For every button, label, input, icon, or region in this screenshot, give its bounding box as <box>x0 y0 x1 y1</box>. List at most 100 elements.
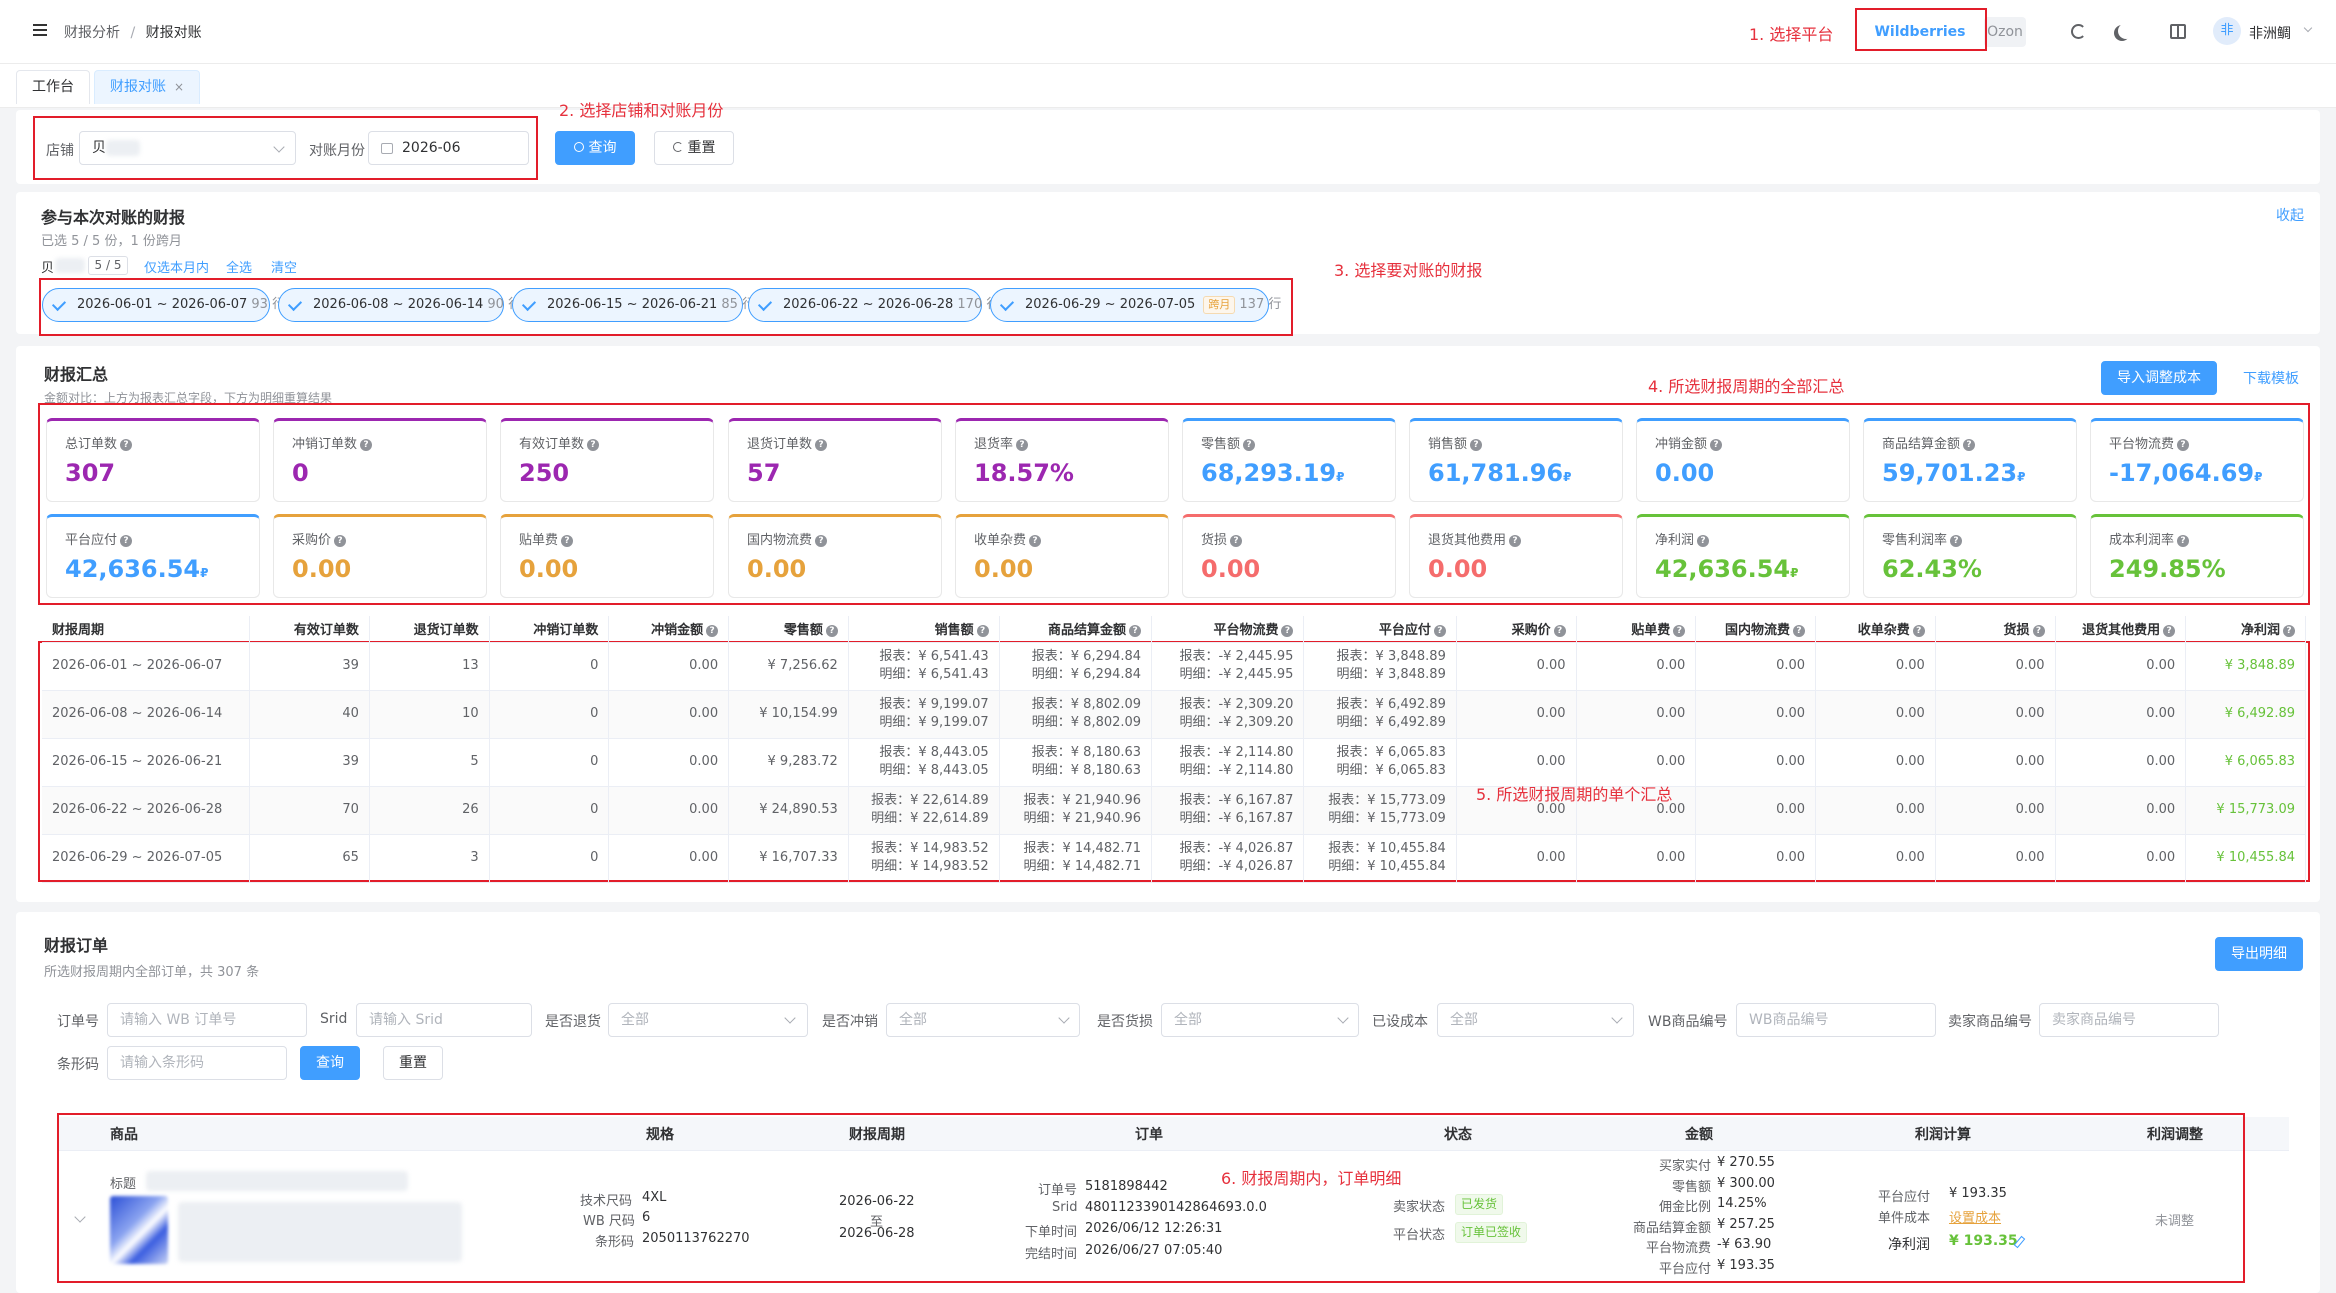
is-damage-select[interactable]: 全部 <box>1161 1003 1359 1037</box>
help-icon[interactable]: ? <box>1243 439 1256 451</box>
table-cell: 0 <box>489 690 610 739</box>
table-cell: 65 <box>249 834 370 883</box>
top-header: 财报分析 / 财报对账 1. 选择平台 Wildberries Ozon 非 非… <box>0 0 2336 64</box>
help-icon[interactable]: ? <box>2177 439 2190 451</box>
help-icon[interactable]: ? <box>2177 535 2190 547</box>
is-reverse-select[interactable]: 全部 <box>886 1003 1080 1037</box>
help-icon[interactable]: ? <box>1281 625 1294 638</box>
help-icon[interactable]: ? <box>815 535 828 547</box>
table-cell-compare: 报表：¥ 3,848.89 明细：¥ 3,848.89 <box>1303 642 1457 691</box>
kpi-value: 0.00 <box>1428 555 1488 583</box>
download-template-link[interactable]: 下载模板 <box>2243 368 2299 388</box>
help-icon[interactable]: ? <box>2032 625 2045 638</box>
seller-sku-placeholder: 卖家商品编号 <box>2052 1012 2136 1028</box>
table-cell: 0 <box>489 834 610 883</box>
username[interactable]: 非洲鲷 <box>2249 23 2291 43</box>
only-month-link[interactable]: 仅选本月内 <box>144 257 209 276</box>
has-cost-label: 已设成本 <box>1372 1014 1428 1030</box>
table-cell: 10 <box>369 690 490 739</box>
dark-mode-icon[interactable] <box>2118 23 2134 39</box>
reset-button-label: 重置 <box>687 140 716 156</box>
srid-input[interactable]: 请输入 Srid <box>356 1003 532 1037</box>
table-cell: 0.00 <box>1935 786 2056 835</box>
annotation-6: 6. 财报周期内，订单明细 <box>1221 1169 1402 1188</box>
help-icon[interactable]: ? <box>1230 535 1243 547</box>
help-icon[interactable]: ? <box>360 439 373 451</box>
kpi-value: 0.00 <box>292 555 352 583</box>
clear-link[interactable]: 清空 <box>271 257 297 276</box>
help-icon[interactable]: ? <box>120 439 133 451</box>
kpi-label: 冲销订单数? <box>292 433 373 452</box>
help-icon[interactable]: ? <box>561 535 574 547</box>
orders-reset-button[interactable]: 重置 <box>383 1046 443 1080</box>
help-icon[interactable]: ? <box>706 625 719 638</box>
kpi-card: 货损? 0.00 <box>1182 514 1396 598</box>
kpi-label: 有效订单数? <box>519 433 600 452</box>
help-icon[interactable]: ? <box>1433 625 1446 638</box>
chevron-down-icon[interactable] <box>2303 23 2313 33</box>
help-icon[interactable]: ? <box>1912 625 1925 638</box>
menu-icon[interactable] <box>33 24 47 36</box>
help-icon[interactable]: ? <box>815 439 828 451</box>
kpi-unit: ₽ <box>1336 470 1345 484</box>
seller-sku-input[interactable]: 卖家商品编号 <box>2039 1003 2219 1037</box>
help-icon[interactable]: ? <box>1710 439 1723 451</box>
help-icon[interactable]: ? <box>1793 625 1806 638</box>
avatar[interactable]: 非 <box>2213 17 2241 45</box>
table-cell: 3 <box>369 834 490 883</box>
tab-workbench[interactable]: 工作台 <box>16 70 90 104</box>
breadcrumb-item[interactable]: 财报分析 <box>64 25 120 41</box>
wb-sku-placeholder: WB商品编号 <box>1749 1012 1829 1028</box>
kpi-value: 68,293.19₽ <box>1201 459 1345 487</box>
has-cost-select[interactable]: 全部 <box>1437 1003 1634 1037</box>
help-icon[interactable]: ? <box>976 625 989 638</box>
has-cost-value: 全部 <box>1450 1012 1478 1028</box>
table-cell: 0.00 <box>1935 738 2056 787</box>
collapse-link[interactable]: 收起 <box>2276 205 2304 225</box>
table-cell: ¥ 15,773.09 <box>2185 786 2306 835</box>
table-cell-compare: 报表：¥ 6,541.43 明细：¥ 6,541.43 <box>848 642 1000 691</box>
tab-reconciliation[interactable]: 财报对账 × <box>94 70 201 104</box>
platform-ozon[interactable]: Ozon <box>1984 17 2026 47</box>
select-all-link[interactable]: 全选 <box>226 257 252 276</box>
barcode-input[interactable]: 请输入条形码 <box>107 1046 287 1080</box>
help-icon[interactable]: ? <box>587 439 600 451</box>
kpi-label: 成本利润率? <box>2109 529 2190 548</box>
help-icon[interactable]: ? <box>1029 535 1042 547</box>
is-return-select[interactable]: 全部 <box>608 1003 808 1037</box>
help-icon[interactable]: ? <box>1129 625 1142 638</box>
reset-button[interactable]: 重置 <box>654 131 734 165</box>
search-button[interactable]: 查询 <box>555 131 635 165</box>
help-icon[interactable]: ? <box>2283 625 2295 638</box>
help-icon[interactable]: ? <box>1016 439 1029 451</box>
help-icon[interactable]: ? <box>1697 535 1710 547</box>
orders-subtitle: 所选财报周期内全部订单，共 307 条 <box>44 965 260 980</box>
help-icon[interactable]: ? <box>1950 535 1963 547</box>
table-cell: 2026-06-29 ~ 2026-07-05 <box>42 834 251 883</box>
export-button[interactable]: 导出明细 <box>2215 937 2303 971</box>
close-icon[interactable]: × <box>174 80 184 94</box>
help-icon[interactable]: ? <box>1673 625 1686 638</box>
help-icon[interactable]: ? <box>334 535 347 547</box>
order-no-input[interactable]: 请输入 WB 订单号 <box>107 1003 307 1037</box>
help-icon[interactable]: ? <box>1470 439 1483 451</box>
help-icon[interactable]: ? <box>2163 625 2176 638</box>
kpi-value: 62.43% <box>1882 555 1982 583</box>
wb-sku-input[interactable]: WB商品编号 <box>1736 1003 1936 1037</box>
layout-icon[interactable] <box>2170 24 2186 39</box>
orders-search-button[interactable]: 查询 <box>300 1046 360 1080</box>
refresh-icon[interactable] <box>2071 24 2086 39</box>
import-cost-button[interactable]: 导入调整成本 <box>2101 361 2217 395</box>
kpi-label: 零售利润率? <box>1882 529 1963 548</box>
kpi-card: 销售额? 61,781.96₽ <box>1409 418 1623 502</box>
help-icon[interactable]: ? <box>1509 535 1522 547</box>
kpi-unit: ₽ <box>2254 470 2263 484</box>
table-cell: 0 <box>489 786 610 835</box>
help-icon[interactable]: ? <box>1963 439 1976 451</box>
table-cell-compare: 报表：¥ 6,294.84 明细：¥ 6,294.84 <box>999 642 1153 691</box>
is-return-label: 是否退货 <box>545 1014 601 1030</box>
help-icon[interactable]: ? <box>120 535 133 547</box>
help-icon[interactable]: ? <box>1553 625 1566 638</box>
kpi-card: 总订单数? 307 <box>46 418 260 502</box>
help-icon[interactable]: ? <box>825 625 838 638</box>
